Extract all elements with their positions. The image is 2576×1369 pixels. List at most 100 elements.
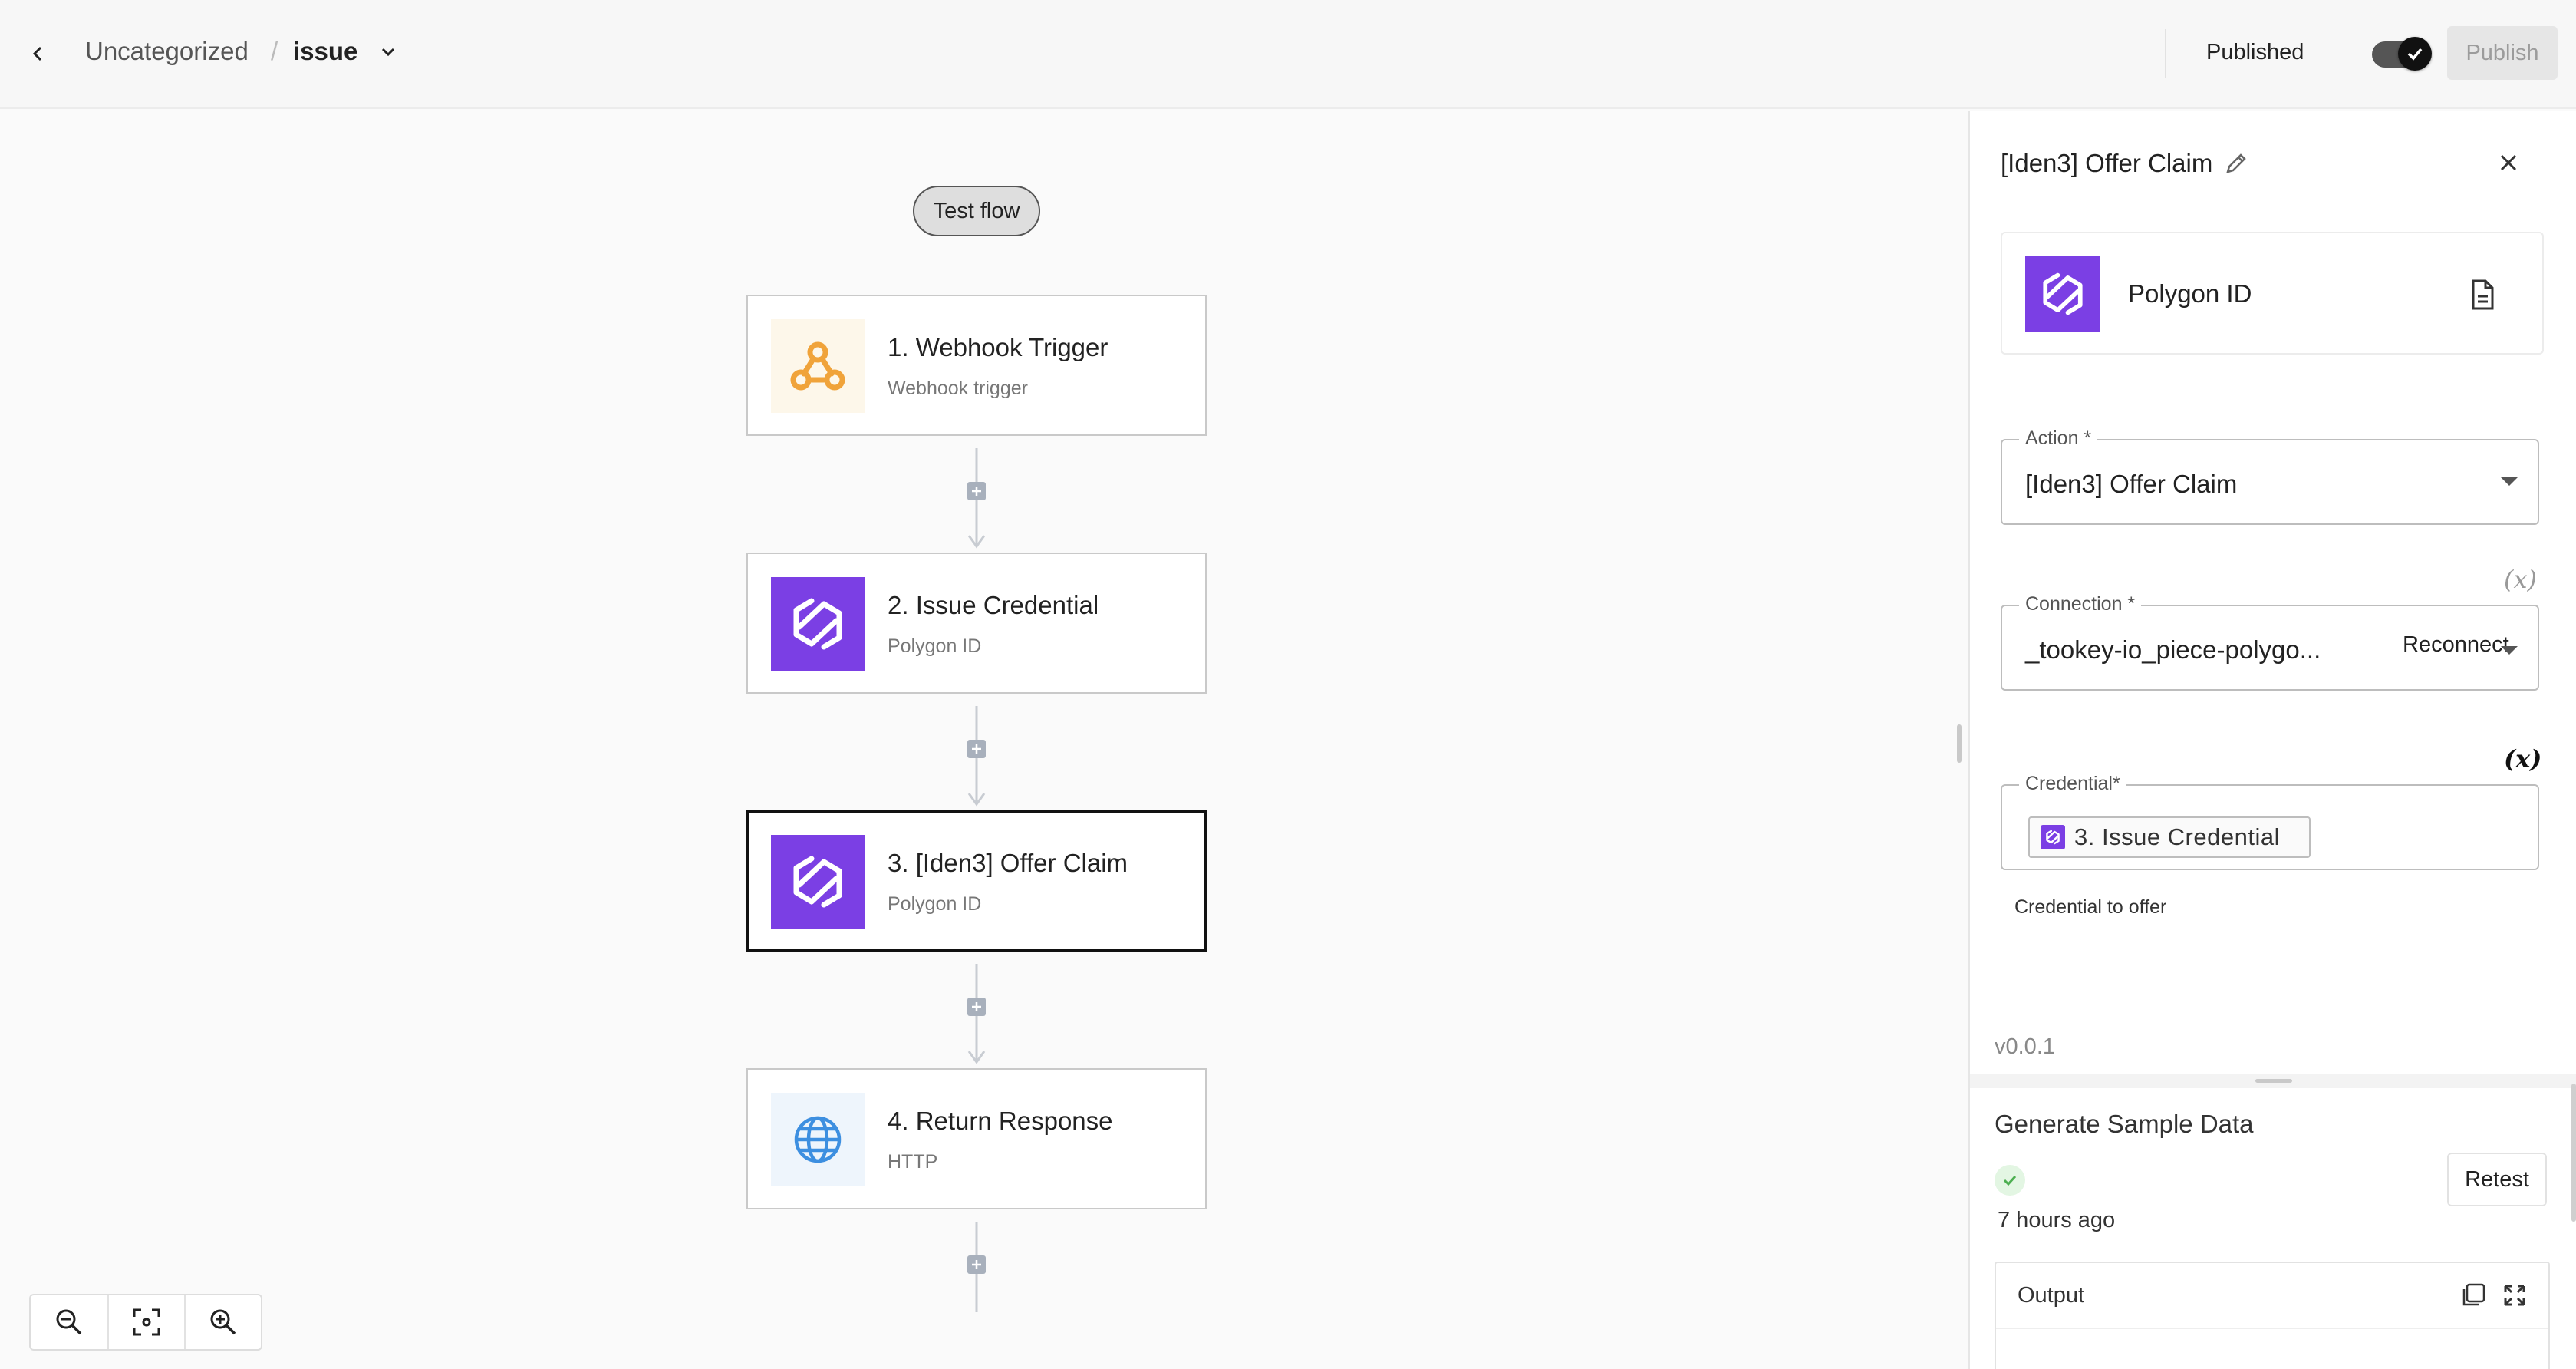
- connection-select[interactable]: Connection * _tookey-io_piece-polygo... …: [2001, 593, 2539, 691]
- step-title: 4. Return Response: [888, 1107, 1113, 1135]
- step-title: 2. Issue Credential: [888, 591, 1099, 619]
- check-icon: [2407, 48, 2423, 61]
- pencil-icon[interactable]: [2223, 150, 2249, 176]
- dynamic-value-toggle[interactable]: (x): [2504, 565, 2537, 594]
- breadcrumb-folder[interactable]: Uncategorized: [85, 37, 249, 66]
- step-subtitle: Polygon ID: [888, 893, 982, 915]
- piece-version: v0.0.1: [1995, 1034, 2055, 1059]
- zoom-out-icon: [56, 1309, 82, 1335]
- add-step-button[interactable]: [967, 998, 986, 1016]
- panel-title[interactable]: [Iden3] Offer Claim: [2001, 149, 2212, 178]
- breadcrumb-separator: /: [271, 37, 278, 65]
- published-toggle[interactable]: [2372, 37, 2432, 71]
- action-label: Action *: [2019, 427, 2098, 450]
- step-card-webhook-trigger[interactable]: 1. Webhook Trigger Webhook trigger: [746, 295, 1207, 436]
- step-subtitle: HTTP: [888, 1151, 938, 1173]
- step-title: 1. Webhook Trigger: [888, 333, 1108, 361]
- flow-canvas[interactable]: Test flow 1. Webhook Trigger Webhook tri…: [0, 111, 1968, 1369]
- plus-icon: [972, 487, 981, 496]
- plus-icon: [972, 1260, 981, 1269]
- step-icon-container: [771, 835, 865, 929]
- plus-icon: [972, 1002, 981, 1011]
- publish-status: Published: [2206, 40, 2304, 64]
- step-connector: [967, 1222, 986, 1314]
- retest-button[interactable]: Retest: [2447, 1153, 2547, 1206]
- fit-view-button[interactable]: [107, 1295, 184, 1349]
- chip-icon-container: [2041, 825, 2065, 849]
- flow-menu-button[interactable]: [374, 38, 402, 66]
- step-card-issue-credential[interactable]: 2. Issue Credential Polygon ID: [746, 553, 1207, 694]
- step-icon-container: [771, 577, 865, 671]
- polygon-id-icon: [793, 598, 842, 650]
- credential-help-text: Credential to offer: [2014, 896, 2167, 918]
- document-icon[interactable]: [2466, 278, 2499, 312]
- polygon-id-icon: [793, 856, 842, 908]
- breadcrumb-flow-name[interactable]: issue: [293, 37, 357, 66]
- step-subtitle: Webhook trigger: [888, 378, 1028, 399]
- focus-frame-icon: [133, 1308, 160, 1336]
- dropdown-arrow-icon[interactable]: [2501, 477, 2518, 486]
- piece-logo: [2025, 256, 2100, 332]
- success-status: [1995, 1165, 2025, 1196]
- step-connector: [967, 706, 986, 813]
- connector-line: [967, 448, 986, 549]
- polygon-id-icon: [2043, 272, 2083, 315]
- step-connector: [967, 448, 986, 556]
- step-settings-panel: [Iden3] Offer Claim Polygon ID Action * …: [1968, 111, 2576, 1369]
- polygon-id-icon: [2046, 830, 2060, 845]
- step-icon-container: [771, 1093, 865, 1186]
- output-label: Output: [2018, 1283, 2085, 1308]
- reconnect-button[interactable]: Reconnect: [2403, 632, 2509, 658]
- top-divider: [2165, 29, 2166, 78]
- expand-icon[interactable]: [2501, 1282, 2528, 1309]
- step-icon-container: [771, 319, 865, 413]
- chip-label: 3. Issue Credential: [2074, 823, 2280, 850]
- step-title: 3. [Iden3] Offer Claim: [888, 849, 1128, 877]
- zoom-in-button[interactable]: [184, 1295, 261, 1349]
- connection-label: Connection *: [2019, 593, 2142, 615]
- globe-icon: [794, 1116, 842, 1163]
- connector-line: [967, 706, 986, 807]
- close-panel-button[interactable]: [2492, 146, 2525, 180]
- piece-card: Polygon ID: [2001, 232, 2544, 355]
- zoom-out-button[interactable]: [31, 1295, 107, 1349]
- zoom-in-icon: [210, 1309, 236, 1335]
- plus-icon: [972, 744, 981, 754]
- section-resize-handle[interactable]: [2255, 1079, 2292, 1083]
- step-subtitle: Polygon ID: [888, 635, 982, 657]
- step-connector: [967, 964, 986, 1071]
- toggle-knob: [2398, 37, 2432, 71]
- chevron-down-icon: [381, 48, 395, 57]
- action-select[interactable]: Action * [Iden3] Offer Claim: [2001, 427, 2539, 525]
- copy-icon[interactable]: [2459, 1282, 2487, 1309]
- panel-resize-handle[interactable]: [1957, 724, 1962, 763]
- panel-scrollbar[interactable]: [2571, 1084, 2576, 1222]
- credential-input[interactable]: Credential* 3. Issue Credential: [2001, 773, 2539, 870]
- action-value: [Iden3] Offer Claim: [2025, 470, 2238, 498]
- piece-name: Polygon ID: [2128, 279, 2252, 308]
- add-step-button[interactable]: [967, 1255, 986, 1274]
- close-icon: [2500, 154, 2517, 171]
- top-bar: Uncategorized / issue Published Publish: [0, 0, 2576, 109]
- output-viewer: Output: [1995, 1262, 2550, 1369]
- connector-line: [967, 964, 986, 1064]
- sample-data-title: Generate Sample Data: [1995, 1110, 2254, 1138]
- connection-value: _tookey-io_piece-polygo...: [2025, 635, 2321, 664]
- check-icon: [2003, 1175, 2017, 1186]
- dropdown-arrow-icon[interactable]: [2501, 646, 2518, 655]
- zoom-controls: [29, 1294, 262, 1351]
- add-step-button[interactable]: [967, 740, 986, 758]
- credential-label: Credential*: [2019, 773, 2126, 795]
- add-step-button[interactable]: [967, 482, 986, 500]
- webhook-icon: [790, 341, 845, 391]
- sample-timestamp: 7 hours ago: [1998, 1208, 2116, 1232]
- chevron-left-icon: [32, 46, 42, 61]
- dynamic-value-toggle[interactable]: (x): [2504, 744, 2541, 774]
- publish-button[interactable]: Publish: [2447, 26, 2558, 80]
- step-card-offer-claim[interactable]: 3. [Iden3] Offer Claim Polygon ID: [746, 810, 1207, 952]
- test-flow-button[interactable]: Test flow: [913, 186, 1040, 236]
- step-card-return-response[interactable]: 4. Return Response HTTP: [746, 1068, 1207, 1209]
- output-header: Output: [1996, 1263, 2548, 1329]
- step-reference-chip[interactable]: 3. Issue Credential: [2028, 816, 2311, 858]
- back-button[interactable]: [23, 38, 54, 69]
